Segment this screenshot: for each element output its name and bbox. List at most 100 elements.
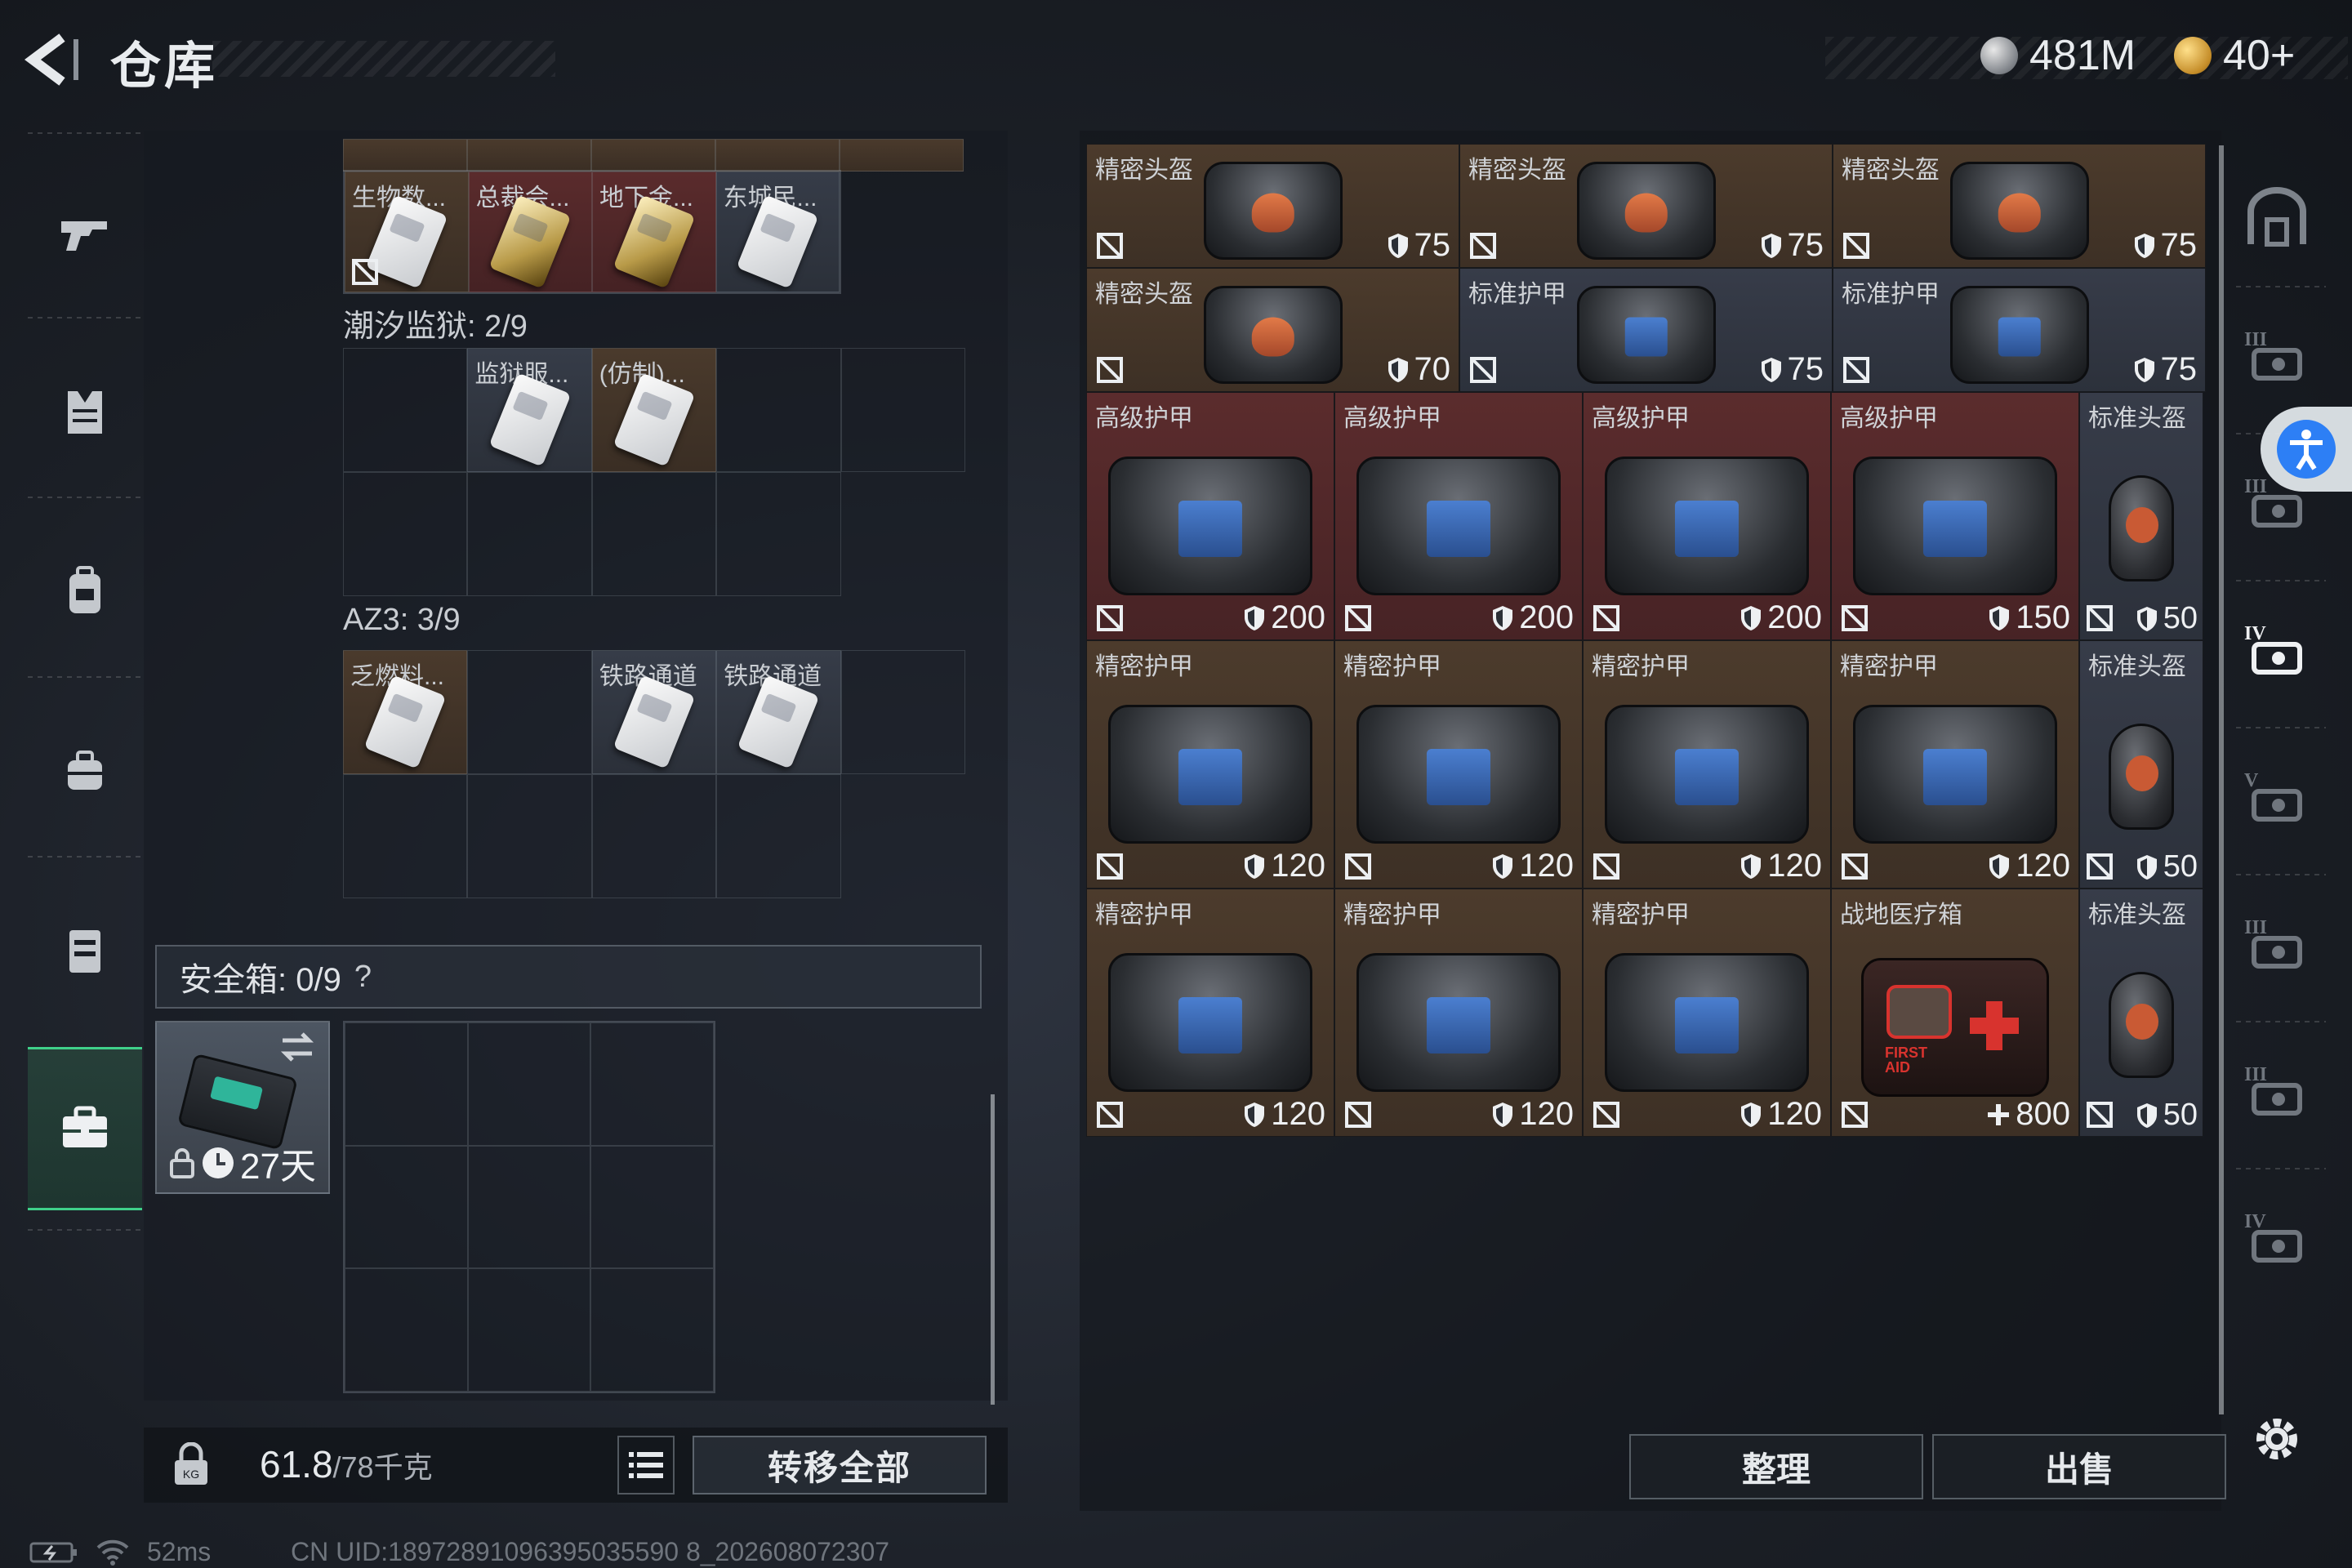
sidebar-item-case[interactable] xyxy=(28,1047,142,1210)
level-filter-icon[interactable]: V xyxy=(2236,761,2318,835)
empty-slot[interactable] xyxy=(840,348,965,472)
inventory-item-slot[interactable]: 精密护甲 120 xyxy=(1334,889,1583,1137)
inventory-item-slot[interactable]: 高级护甲 200 xyxy=(1334,392,1583,640)
sidebar-item-weapons[interactable] xyxy=(28,150,142,314)
item-name: 标准头盔 xyxy=(2088,653,2186,680)
back-arrow-icon[interactable] xyxy=(24,31,90,88)
empty-slot[interactable] xyxy=(716,774,841,898)
empty-slot[interactable] xyxy=(467,650,592,774)
item-name: 精密护甲 xyxy=(1343,653,1441,680)
empty-slot[interactable] xyxy=(840,650,965,774)
inventory-item-slot[interactable]: 高级护甲 200 xyxy=(1583,392,1831,640)
no-trade-icon xyxy=(1843,357,1869,383)
empty-slot[interactable] xyxy=(467,774,592,898)
durability-value: 75 xyxy=(1387,227,1450,264)
inventory-item-slot[interactable]: 标准头盔 50 xyxy=(2079,640,2203,889)
empty-slot[interactable] xyxy=(467,472,592,596)
weight-lock-icon[interactable]: KG xyxy=(168,1442,214,1488)
safe-box-case[interactable]: 27天 xyxy=(155,1021,330,1194)
keycard-slot[interactable]: 乏燃料... xyxy=(343,650,468,774)
inventory-item-slot[interactable]: 精密护甲 120 xyxy=(1086,640,1334,889)
grid-slot[interactable] xyxy=(467,139,591,172)
inventory-item-slot[interactable]: 标准头盔 50 xyxy=(2079,392,2203,640)
inventory-item-slot[interactable]: 精密护甲 120 xyxy=(1086,889,1334,1137)
durability-value: 50 xyxy=(2136,1098,2198,1133)
grid-slot[interactable] xyxy=(343,139,467,172)
right-scrollbar[interactable] xyxy=(2219,145,2224,1414)
empty-slot[interactable] xyxy=(590,1268,714,1392)
empty-slot[interactable] xyxy=(345,1268,468,1392)
inventory-item-slot[interactable]: 标准头盔 50 xyxy=(2079,889,2203,1137)
inventory-item-slot[interactable]: 精密护甲 120 xyxy=(1831,640,2079,889)
sidebar-item-container[interactable] xyxy=(28,869,142,1032)
no-trade-icon xyxy=(1345,1102,1371,1128)
inventory-item-slot[interactable]: 标准护甲 75 xyxy=(1833,268,2206,392)
level-filter-icon[interactable]: III xyxy=(2236,1055,2318,1129)
empty-slot[interactable] xyxy=(467,1145,591,1269)
keycard-slot[interactable]: 地下金... xyxy=(592,172,716,292)
silver-currency[interactable]: 481M xyxy=(1980,31,2136,80)
empty-slot[interactable] xyxy=(343,348,468,472)
help-icon[interactable]: ? xyxy=(354,960,372,995)
settings-gear-icon[interactable] xyxy=(2246,1408,2308,1470)
transfer-all-button[interactable]: 转移全部 xyxy=(693,1436,987,1494)
sort-button[interactable]: 整理 xyxy=(1629,1434,1923,1499)
inventory-item-slot[interactable]: 高级护甲 200 xyxy=(1086,392,1334,640)
inventory-item-slot[interactable]: 精密头盔 75 xyxy=(1833,144,2206,268)
level-filter-icon[interactable]: IV xyxy=(2236,614,2318,688)
level-filter-icon[interactable]: IV xyxy=(2236,1202,2318,1276)
inventory-item-slot[interactable]: 精密头盔 70 xyxy=(1086,268,1459,392)
inventory-item-slot[interactable]: 精密护甲 120 xyxy=(1334,640,1583,889)
keycard-slot[interactable]: 铁路通道 xyxy=(591,650,717,774)
empty-slot[interactable] xyxy=(591,774,717,898)
keycard-slot[interactable]: 监狱服... xyxy=(467,348,592,472)
inventory-item-slot[interactable]: 标准护甲 75 xyxy=(1459,268,1833,392)
durability-value: 120 xyxy=(1740,1096,1822,1133)
empty-slot[interactable] xyxy=(345,1145,468,1269)
empty-slot[interactable] xyxy=(590,1022,714,1146)
empty-slot[interactable] xyxy=(343,472,468,596)
grid-slot[interactable] xyxy=(591,139,715,172)
level-filter-icon[interactable]: III xyxy=(2236,320,2318,394)
heal-icon xyxy=(1986,1102,2011,1127)
grid-slot[interactable] xyxy=(840,139,964,172)
level-filter-icon[interactable]: III xyxy=(2236,908,2318,982)
shield-icon xyxy=(2133,232,2156,260)
inventory-item-slot[interactable]: 高级护甲 150 xyxy=(1831,392,2079,640)
item-name: 精密头盔 xyxy=(1468,157,1566,184)
sidebar-item-armor[interactable] xyxy=(28,330,142,493)
empty-slot[interactable] xyxy=(590,1145,714,1269)
keycard-slot[interactable]: 生物数... xyxy=(345,172,469,292)
empty-slot[interactable] xyxy=(345,1022,468,1146)
item-name: 精密头盔 xyxy=(1842,157,1940,184)
accessibility-button[interactable] xyxy=(2261,407,2352,492)
empty-slot[interactable] xyxy=(591,472,717,596)
empty-slot[interactable] xyxy=(716,348,841,472)
stash-footer: KG 61.8/78千克 转移全部 xyxy=(144,1428,1008,1503)
inventory-item-slot[interactable]: 精密护甲 120 xyxy=(1583,640,1831,889)
empty-slot[interactable] xyxy=(716,472,841,596)
empty-slot[interactable] xyxy=(343,774,468,898)
no-trade-icon xyxy=(1842,853,1868,880)
inventory-item-slot[interactable]: 精密头盔 75 xyxy=(1086,144,1459,268)
sell-button[interactable]: 出售 xyxy=(1932,1434,2226,1499)
keycard-slot[interactable]: (仿制)... xyxy=(591,348,717,472)
inventory-item-slot[interactable]: FIRST AID 战地医疗箱 800 xyxy=(1831,889,2079,1137)
section-label-tide: 潮汐监狱: 2/9 xyxy=(343,310,528,344)
keycard-slot[interactable]: 总裁会... xyxy=(468,172,592,292)
empty-slot[interactable] xyxy=(467,1022,591,1146)
sidebar-item-bag[interactable] xyxy=(28,689,142,853)
gold-currency[interactable]: 40+ xyxy=(2174,31,2295,80)
item-name: 精密护甲 xyxy=(1095,902,1193,929)
left-scrollbar[interactable] xyxy=(991,1094,995,1405)
empty-slot[interactable] xyxy=(467,1268,591,1392)
sidebar-item-backpack[interactable] xyxy=(28,510,142,673)
keycard-slot[interactable]: 东城民... xyxy=(715,172,840,292)
safe-room-icon[interactable] xyxy=(2236,181,2318,255)
inventory-item-slot[interactable]: 精密护甲 120 xyxy=(1583,889,1831,1137)
list-view-button[interactable] xyxy=(617,1436,675,1494)
inventory-item-slot[interactable]: 精密头盔 75 xyxy=(1459,144,1833,268)
keycard-slot[interactable]: 铁路通道 xyxy=(716,650,841,774)
swap-icon[interactable] xyxy=(278,1029,317,1065)
grid-slot[interactable] xyxy=(715,139,840,172)
